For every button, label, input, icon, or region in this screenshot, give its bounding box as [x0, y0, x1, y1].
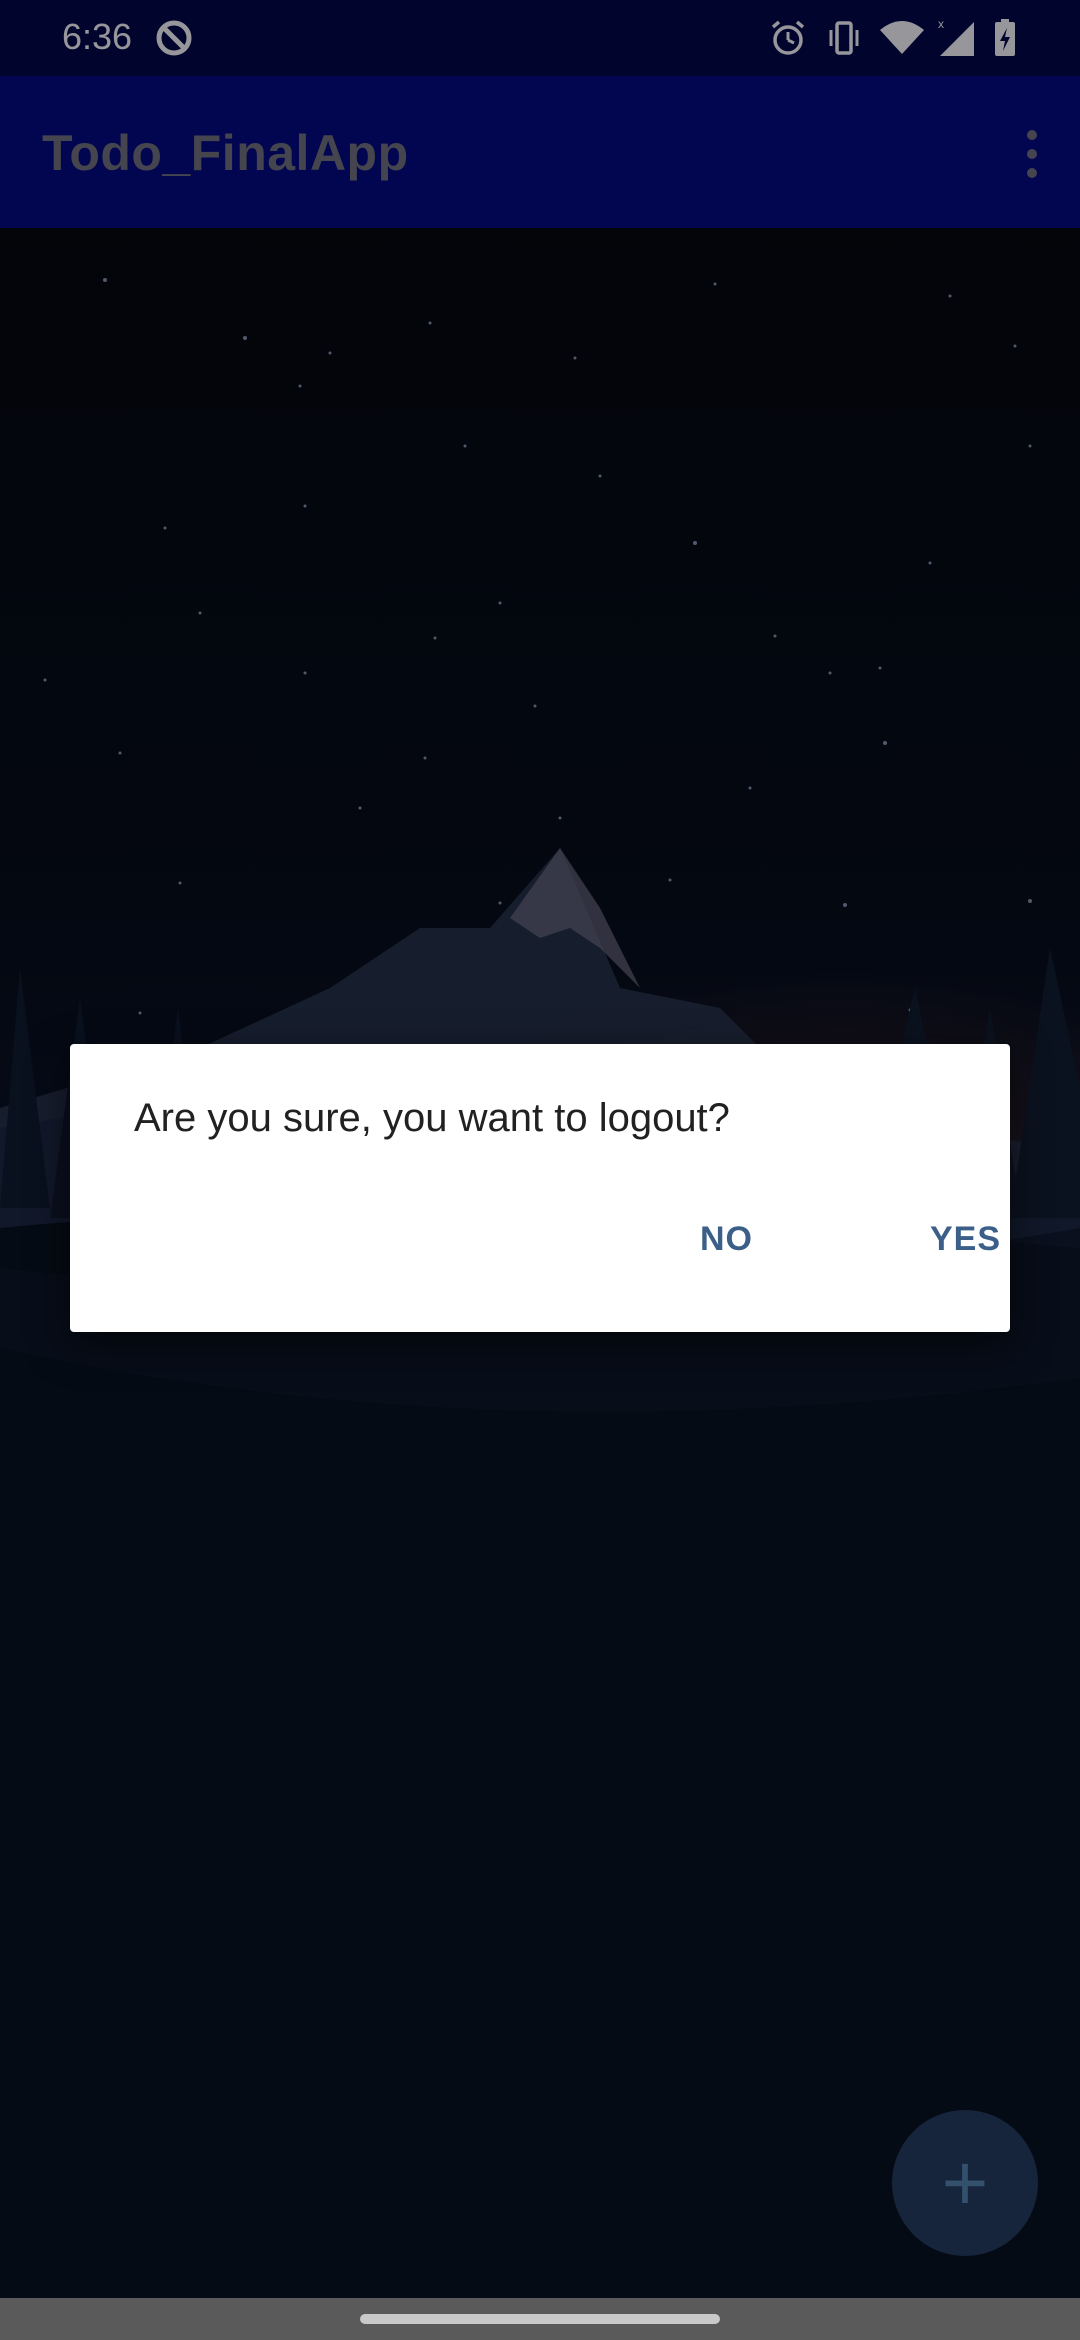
- navigation-bar: [0, 2298, 1080, 2340]
- yes-button[interactable]: YES: [912, 1210, 1019, 1269]
- plus-icon: +: [941, 2138, 989, 2227]
- no-button[interactable]: NO: [682, 1210, 771, 1269]
- gesture-handle[interactable]: [360, 2314, 720, 2324]
- dialog-message: Are you sure, you want to logout?: [134, 1096, 730, 1140]
- add-todo-button[interactable]: +: [892, 2110, 1038, 2256]
- logout-confirm-dialog: Are you sure, you want to logout? NO YES: [70, 1044, 1010, 1332]
